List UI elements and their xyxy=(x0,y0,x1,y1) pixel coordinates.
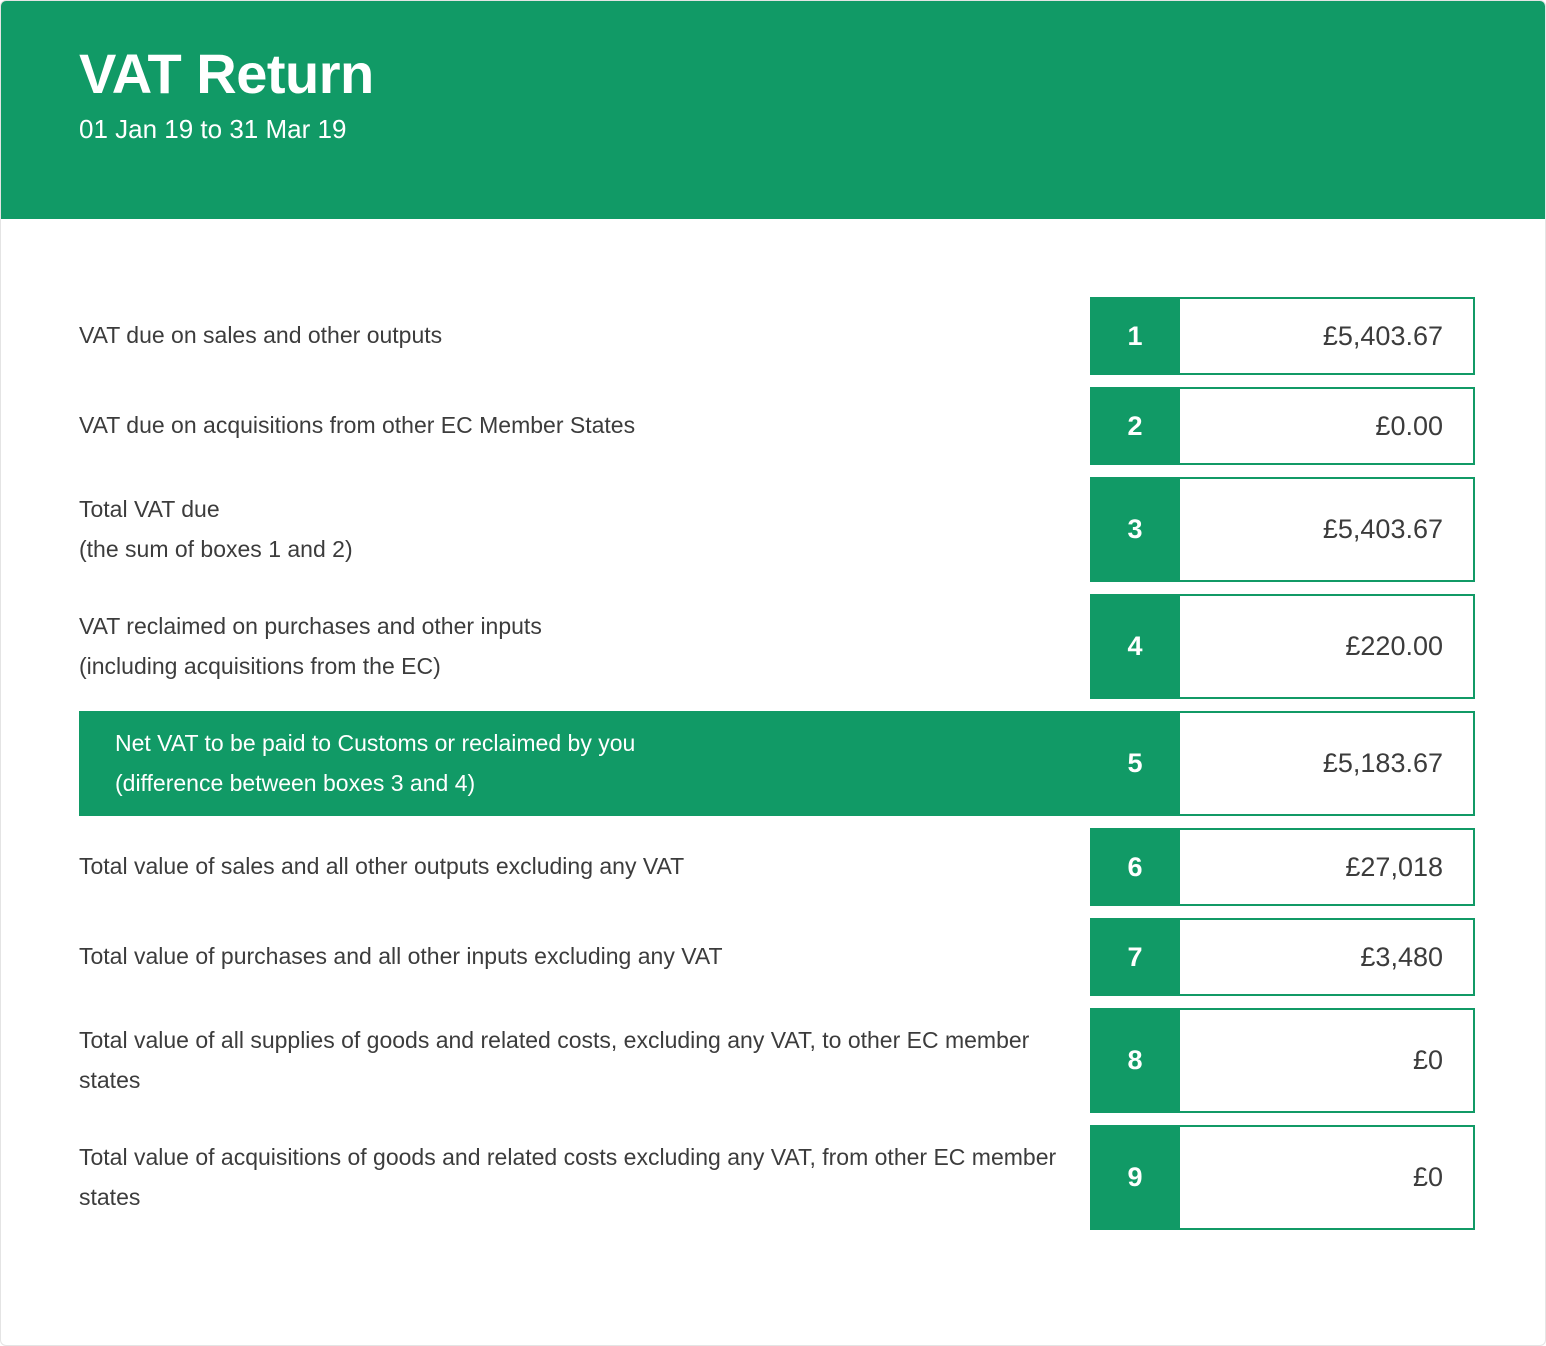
vat-box-value: £0 xyxy=(1180,1008,1475,1113)
vat-row-label: Net VAT to be paid to Customs or reclaim… xyxy=(115,724,635,802)
vat-box-value: £220.00 xyxy=(1180,594,1475,699)
page-title: VAT Return xyxy=(79,42,374,105)
vat-box-group: 4 £220.00 xyxy=(1090,594,1475,699)
vat-row-label: Total value of sales and all other outpu… xyxy=(79,847,684,886)
vat-row: VAT due on acquisitions from other EC Me… xyxy=(1,387,1545,465)
vat-box-number: 1 xyxy=(1090,297,1180,375)
vat-box-group: 1 £5,403.67 xyxy=(1090,297,1475,375)
vat-box-value: £5,403.67 xyxy=(1180,297,1475,375)
vat-box-number: 2 xyxy=(1090,387,1180,465)
vat-row-label-text: Net VAT to be paid to Customs or reclaim… xyxy=(115,730,636,757)
vat-box-number: 3 xyxy=(1090,477,1180,582)
vat-box-value: £5,403.67 xyxy=(1180,477,1475,582)
vat-row-label-container: VAT due on sales and other outputs xyxy=(1,297,1090,375)
vat-row-label-container: Total value of acquisitions of goods and… xyxy=(1,1125,1090,1230)
vat-row: VAT reclaimed on purchases and other inp… xyxy=(1,594,1545,699)
vat-row-sublabel-text: (the sum of boxes 1 and 2) xyxy=(79,535,353,562)
vat-row-label-text: VAT due on acquisitions from other EC Me… xyxy=(79,412,636,439)
vat-box-value: £3,480 xyxy=(1180,918,1475,996)
vat-row-sublabel-text: (difference between boxes 3 and 4) xyxy=(115,769,476,796)
vat-row-label-text: Total value of purchases and all other i… xyxy=(79,943,723,970)
vat-row-label-container: Total value of sales and all other outpu… xyxy=(1,828,1090,906)
vat-row-label-text: Total VAT due xyxy=(79,496,220,523)
vat-row-label: VAT reclaimed on purchases and other inp… xyxy=(79,607,542,685)
vat-row-label: VAT due on sales and other outputs xyxy=(79,316,442,355)
vat-row-label: Total value of purchases and all other i… xyxy=(79,937,723,976)
vat-box-value: £27,018 xyxy=(1180,828,1475,906)
vat-row-label-text: VAT reclaimed on purchases and other inp… xyxy=(79,613,542,640)
vat-row: Total value of acquisitions of goods and… xyxy=(1,1125,1545,1230)
vat-row-label: Total value of acquisitions of goods and… xyxy=(79,1138,1076,1216)
vat-box-number: 8 xyxy=(1090,1008,1180,1113)
vat-box-group: 8 £0 xyxy=(1090,1008,1475,1113)
vat-row: Total VAT due (the sum of boxes 1 and 2) 3… xyxy=(1,477,1545,582)
period-subtitle: 01 Jan 19 to 31 Mar 19 xyxy=(79,113,347,144)
vat-box-number: 9 xyxy=(1090,1125,1180,1230)
vat-box-value: £5,183.67 xyxy=(1180,711,1475,816)
vat-box-value: £0.00 xyxy=(1180,387,1475,465)
vat-row-label-container: Total value of all supplies of goods and… xyxy=(1,1008,1090,1113)
vat-row: VAT due on sales and other outputs 1 £5,40… xyxy=(1,297,1545,375)
vat-row-label: Total VAT due (the sum of boxes 1 and 2) xyxy=(79,490,353,568)
vat-row-label: VAT due on acquisitions from other EC Me… xyxy=(79,406,635,445)
vat-row-label: Total value of all supplies of goods and… xyxy=(79,1021,1076,1099)
vat-box-number: 7 xyxy=(1090,918,1180,996)
vat-row: Total value of purchases and all other i… xyxy=(1,918,1545,996)
vat-box-number: 4 xyxy=(1090,594,1180,699)
vat-row-label-text: VAT due on sales and other outputs xyxy=(79,322,443,349)
vat-box-group: 9 £0 xyxy=(1090,1125,1475,1230)
vat-row: Net VAT to be paid to Customs or reclaim… xyxy=(1,711,1545,816)
vat-box-number: 6 xyxy=(1090,828,1180,906)
vat-row: Total value of sales and all other outpu… xyxy=(1,828,1545,906)
vat-row-label-container: Total value of purchases and all other i… xyxy=(1,918,1090,996)
vat-row-label-container: VAT due on acquisitions from other EC Me… xyxy=(1,387,1090,465)
vat-row-label-text: Total value of acquisitions of goods and… xyxy=(79,1144,1057,1210)
vat-box-group: 6 £27,018 xyxy=(1090,828,1475,906)
vat-row-label-container: Net VAT to be paid to Customs or reclaim… xyxy=(79,711,1090,816)
vat-box-group: 3 £5,403.67 xyxy=(1090,477,1475,582)
vat-row: Total value of all supplies of goods and… xyxy=(1,1008,1545,1113)
vat-box-group: 5 £5,183.67 xyxy=(1090,711,1475,816)
vat-row-label-container: VAT reclaimed on purchases and other inp… xyxy=(1,594,1090,699)
vat-rows-list: VAT due on sales and other outputs 1 £5,40… xyxy=(1,219,1545,1230)
vat-box-group: 7 £3,480 xyxy=(1090,918,1475,996)
vat-box-group: 2 £0.00 xyxy=(1090,387,1475,465)
vat-row-label-text: Total value of sales and all other outpu… xyxy=(79,853,685,880)
vat-box-number: 5 xyxy=(1090,711,1180,816)
vat-box-value: £0 xyxy=(1180,1125,1475,1230)
vat-row-label-container: Total VAT due (the sum of boxes 1 and 2) xyxy=(1,477,1090,582)
vat-row-sublabel-text: (including acquisitions from the EC) xyxy=(79,652,441,679)
page-header: VAT Return 01 Jan 19 to 31 Mar 19 xyxy=(1,1,1545,219)
vat-return-card: VAT Return 01 Jan 19 to 31 Mar 19 VAT du… xyxy=(0,0,1546,1346)
vat-row-label-text: Total value of all supplies of goods and… xyxy=(79,1027,1030,1093)
